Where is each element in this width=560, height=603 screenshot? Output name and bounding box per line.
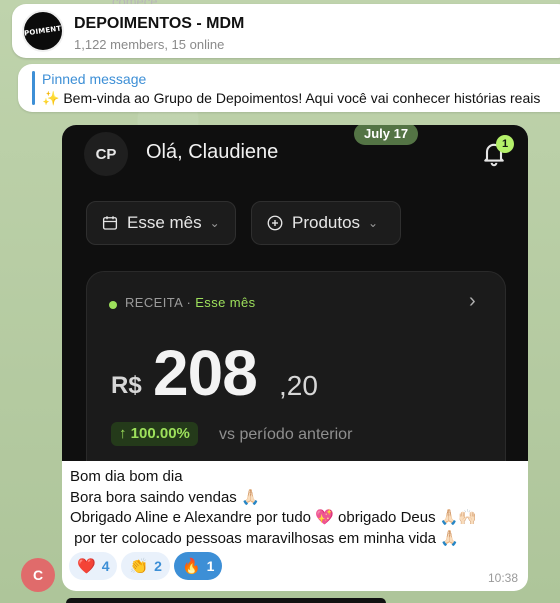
reaction-count: 1 <box>206 558 215 574</box>
date-badge: July 17 <box>354 125 419 145</box>
chevron-down-icon: ⌄ <box>368 216 379 230</box>
products-filter-label: Produtos <box>292 213 361 232</box>
fire-icon: 🔥 <box>181 558 201 575</box>
reactions-bar: ❤️ 4 👏 2 🔥 1 <box>69 552 223 580</box>
period-filter-label: Esse mês <box>127 213 202 232</box>
clap-icon: 👏 <box>129 558 149 575</box>
chat-title: DEPOIMENTOS - MDM <box>74 15 245 32</box>
message-caption: Bom dia bom dia Bora bora saindo vendas … <box>70 467 477 549</box>
revenue-label: RECEITA · Esse mês <box>125 295 256 310</box>
reaction-count: 4 <box>101 558 110 574</box>
reaction-heart[interactable]: ❤️ 4 <box>69 552 118 580</box>
pinned-label: Pinned message <box>42 71 147 87</box>
pinned-accent-bar <box>32 71 35 105</box>
caption-line: por ter colocado pessoas maravilhosas em… <box>70 529 459 547</box>
status-dot <box>109 301 117 309</box>
group-avatar[interactable]: DEPOIMENTOS <box>22 10 64 52</box>
pinned-text: ✨ Bem-vinda ao Grupo de Depoimentos! Aqu… <box>42 90 541 106</box>
revenue-amount: 208 <box>153 337 258 409</box>
plus-circle-icon <box>267 215 283 231</box>
chat-subtitle: 1,122 members, 15 online <box>74 37 225 52</box>
next-message-peek <box>66 598 386 603</box>
greeting-text: Olá, Claudiene <box>146 141 279 163</box>
group-avatar-logo: DEPOIMENTOS <box>22 22 64 40</box>
caption-line: Obrigado Aline e Alexandre por tudo 💖 ob… <box>70 509 478 526</box>
chevron-down-icon: ⌄ <box>209 216 220 230</box>
pinned-message-bar[interactable]: Pinned message ✨ Bem-vinda ao Grupo de D… <box>18 64 560 112</box>
chevron-right-icon: › <box>469 290 476 312</box>
period-filter: Esse mês ⌄ <box>86 201 236 245</box>
revenue-period: Esse mês <box>195 295 256 310</box>
message-time: 10:38 <box>487 571 518 585</box>
revenue-label-text: RECEITA · <box>125 295 196 310</box>
revenue-cents: ,20 <box>279 370 318 401</box>
heart-icon: ❤️ <box>77 558 96 575</box>
caption-line: Bom dia bom dia <box>70 468 183 485</box>
profile-avatar: CP <box>84 132 128 176</box>
products-filter: Produtos ⌄ <box>251 201 401 245</box>
reaction-clap[interactable]: 👏 2 <box>121 552 170 580</box>
message-image[interactable]: CP Olá, Claudiene 1 Esse mês ⌄ Produtos <box>62 125 528 461</box>
growth-note: vs período anterior <box>219 426 353 443</box>
revenue-card: RECEITA · Esse mês › R$ 208 ,20 ↑ 100.00… <box>86 271 506 461</box>
chat-header[interactable]: DEPOIMENTOS DEPOIMENTOS - MDM 1,122 memb… <box>12 4 560 58</box>
reaction-count: 2 <box>154 558 162 574</box>
growth-badge: ↑ 100.00% <box>111 422 198 446</box>
calendar-icon <box>102 216 118 230</box>
currency-symbol: R$ <box>111 372 142 399</box>
message-bubble[interactable]: CP Olá, Claudiene 1 Esse mês ⌄ Produtos <box>62 125 528 591</box>
notification-badge: 1 <box>496 135 514 153</box>
caption-line: Bora bora saindo vendas 🙏🏻 <box>70 488 260 506</box>
sender-avatar[interactable]: C <box>21 558 55 592</box>
reaction-fire[interactable]: 🔥 1 <box>173 552 223 580</box>
